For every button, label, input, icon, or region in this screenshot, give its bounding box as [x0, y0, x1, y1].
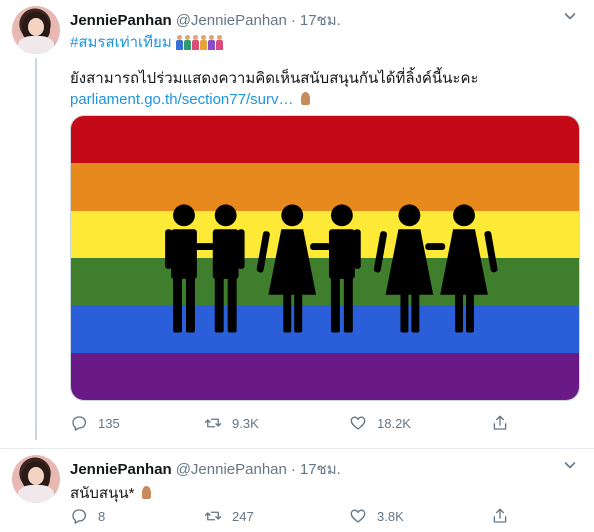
reply-icon	[72, 509, 87, 524]
author-handle[interactable]: @JenniePanhan	[176, 461, 287, 478]
tweet-header: JenniePanhan @JenniePanhan · 17ชม.	[70, 457, 341, 481]
reply-button[interactable]: 8	[70, 507, 204, 525]
folded-hands-emoji-icon	[298, 91, 313, 106]
retweet-icon	[204, 511, 222, 521]
heart-icon	[350, 509, 366, 523]
timestamp[interactable]: 17ชม.	[300, 8, 341, 32]
couples-silhouettes-icon	[165, 204, 498, 333]
retweet-button[interactable]: 9.3K	[204, 414, 349, 432]
share-icon	[493, 508, 507, 523]
folded-hands-emoji-icon	[139, 485, 154, 500]
tweet-image[interactable]	[70, 115, 580, 401]
like-count: 18.2K	[377, 415, 411, 431]
tweet[interactable]: JenniePanhan @JenniePanhan · 17ชม. #สมรส…	[0, 0, 594, 440]
tweet[interactable]: JenniePanhan @JenniePanhan · 17ชม. สนับส…	[0, 448, 594, 532]
share-button[interactable]	[491, 507, 509, 525]
hashtag-line: #สมรสเท่าเทียม	[70, 30, 223, 54]
retweet-count: 247	[232, 508, 254, 524]
avatar[interactable]	[12, 455, 60, 503]
share-icon	[493, 415, 507, 430]
tweet-text-body: สนับสนุน*	[70, 485, 135, 502]
author-name[interactable]: JenniePanhan	[70, 461, 172, 478]
author-handle[interactable]: @JenniePanhan	[176, 12, 287, 29]
tweet-header: JenniePanhan @JenniePanhan · 17ชม.	[70, 8, 341, 32]
couples-emoji-icon	[175, 34, 223, 50]
chevron-down-icon[interactable]	[564, 459, 576, 471]
chevron-down-icon[interactable]	[564, 10, 576, 22]
separator-dot: ·	[290, 12, 296, 29]
reply-button[interactable]: 135	[70, 414, 204, 432]
reply-count: 135	[98, 415, 120, 431]
tweet-actions: 135 9.3K 18.2K	[70, 414, 509, 432]
like-button[interactable]: 3.8K	[349, 507, 491, 525]
thread-connector-line	[35, 58, 37, 440]
timestamp[interactable]: 17ชม.	[300, 457, 341, 481]
avatar[interactable]	[12, 6, 60, 54]
reply-count: 8	[98, 508, 106, 524]
retweet-icon	[204, 418, 222, 428]
author-name[interactable]: JenniePanhan	[70, 12, 172, 29]
hashtag-link[interactable]: #สมรสเท่าเทียม	[70, 30, 172, 54]
like-button[interactable]: 18.2K	[349, 414, 491, 432]
retweet-button[interactable]: 247	[204, 507, 349, 525]
retweet-count: 9.3K	[232, 415, 259, 431]
reply-icon	[72, 416, 87, 431]
external-link[interactable]: parliament.go.th/section77/surv…	[70, 91, 293, 108]
tweet-text: ยังสามารถไปร่วมแสดงความคิดเห็นสนับสนุนกั…	[70, 68, 580, 110]
tweet-text: สนับสนุน*	[70, 481, 154, 505]
like-count: 3.8K	[377, 508, 404, 524]
tweet-actions: 8 247 3.8K	[70, 507, 509, 525]
heart-icon	[350, 416, 366, 430]
separator-dot: ·	[290, 461, 296, 478]
tweet-text-body: ยังสามารถไปร่วมแสดงความคิดเห็นสนับสนุนกั…	[70, 70, 479, 87]
share-button[interactable]	[491, 414, 509, 432]
